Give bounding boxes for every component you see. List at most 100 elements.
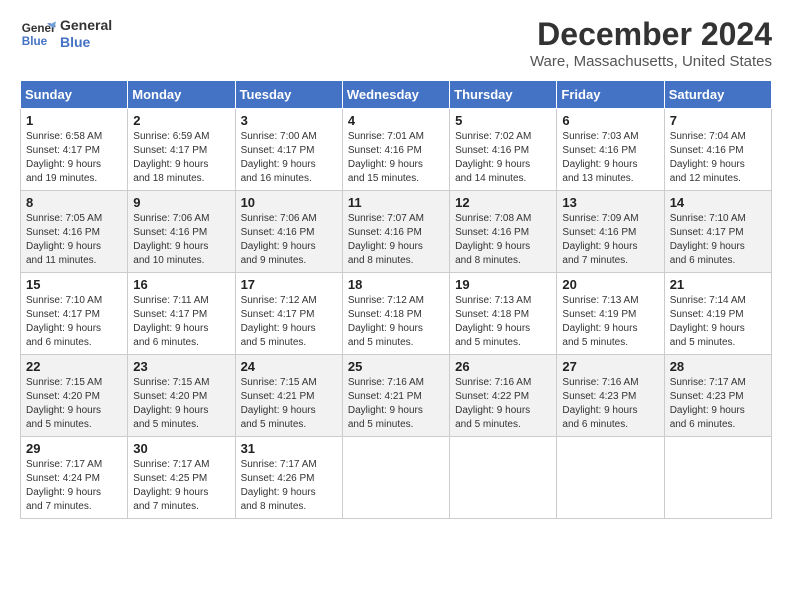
day-number: 1 <box>26 113 122 128</box>
day-number: 11 <box>348 195 444 210</box>
calendar-cell: 19Sunrise: 7:13 AM Sunset: 4:18 PM Dayli… <box>450 273 557 355</box>
calendar-cell: 30Sunrise: 7:17 AM Sunset: 4:25 PM Dayli… <box>128 437 235 519</box>
calendar-cell: 6Sunrise: 7:03 AM Sunset: 4:16 PM Daylig… <box>557 109 664 191</box>
day-number: 22 <box>26 359 122 374</box>
day-number: 5 <box>455 113 551 128</box>
day-number: 25 <box>348 359 444 374</box>
calendar-cell: 23 Sunrise: 7:15 AM Sunset: 4:20 PM Dayli… <box>128 355 235 437</box>
day-info: Sunrise: 7:09 AM Sunset: 4:16 PM Dayligh… <box>562 212 658 268</box>
calendar-cell: 1 Sunrise: 6:58 AM Sunset: 4:17 PM Daylig… <box>21 109 128 191</box>
day-number: 30 <box>133 441 229 456</box>
svg-text:Blue: Blue <box>22 35 48 48</box>
day-number: 26 <box>455 359 551 374</box>
day-info: Sunrise: 7:05 AM Sunset: 4:16 PM Dayligh… <box>26 212 122 268</box>
day-number: 20 <box>562 277 658 292</box>
calendar-week-row: 22 Sunrise: 7:15 AM Sunset: 4:20 PM Dayli… <box>21 355 772 437</box>
calendar-table: SundayMondayTuesdayWednesdayThursdayFrid… <box>20 80 772 519</box>
day-number: 8 <box>26 195 122 210</box>
calendar-cell: 20Sunrise: 7:13 AM Sunset: 4:19 PM Dayli… <box>557 273 664 355</box>
day-info: Sunrise: 7:03 AM Sunset: 4:16 PM Dayligh… <box>562 130 658 186</box>
day-info: Sunrise: 7:08 AM Sunset: 4:16 PM Dayligh… <box>455 212 551 268</box>
calendar-cell: 24 Sunrise: 7:15 AM Sunset: 4:21 PM Dayli… <box>235 355 342 437</box>
calendar-cell: 31Sunrise: 7:17 AM Sunset: 4:26 PM Dayli… <box>235 437 342 519</box>
day-number: 18 <box>348 277 444 292</box>
calendar-cell <box>664 437 771 519</box>
calendar-cell: 2 Sunrise: 6:59 AM Sunset: 4:17 PM Daylig… <box>128 109 235 191</box>
calendar-cell: 28 Sunrise: 7:17 AM Sunset: 4:23 PM Dayli… <box>664 355 771 437</box>
day-info: Sunrise: 6:58 AM Sunset: 4:17 PM Dayligh… <box>26 130 122 186</box>
day-number: 19 <box>455 277 551 292</box>
day-number: 29 <box>26 441 122 456</box>
day-number: 13 <box>562 195 658 210</box>
weekday-header: Tuesday <box>235 81 342 109</box>
page-header: General Blue General Blue December 2024 … <box>20 16 772 70</box>
day-number: 4 <box>348 113 444 128</box>
day-number: 2 <box>133 113 229 128</box>
calendar-cell: 12 Sunrise: 7:08 AM Sunset: 4:16 PM Dayli… <box>450 191 557 273</box>
calendar-cell: 7 Sunrise: 7:04 AM Sunset: 4:16 PM Daylig… <box>664 109 771 191</box>
calendar-cell: 4Sunrise: 7:01 AM Sunset: 4:16 PM Daylig… <box>342 109 449 191</box>
subtitle: Ware, Massachusetts, United States <box>530 53 772 70</box>
day-info: Sunrise: 7:06 AM Sunset: 4:16 PM Dayligh… <box>133 212 229 268</box>
day-number: 7 <box>670 113 766 128</box>
day-info: Sunrise: 7:17 AM Sunset: 4:23 PM Dayligh… <box>670 376 766 432</box>
weekday-header: Sunday <box>21 81 128 109</box>
weekday-header: Wednesday <box>342 81 449 109</box>
day-number: 17 <box>241 277 337 292</box>
day-number: 27 <box>562 359 658 374</box>
day-number: 16 <box>133 277 229 292</box>
day-number: 28 <box>670 359 766 374</box>
day-info: Sunrise: 7:12 AM Sunset: 4:17 PM Dayligh… <box>241 294 337 350</box>
day-info: Sunrise: 6:59 AM Sunset: 4:17 PM Dayligh… <box>133 130 229 186</box>
calendar-cell: 15 Sunrise: 7:10 AM Sunset: 4:17 PM Dayli… <box>21 273 128 355</box>
day-number: 10 <box>241 195 337 210</box>
day-info: Sunrise: 7:12 AM Sunset: 4:18 PM Dayligh… <box>348 294 444 350</box>
calendar-cell: 11 Sunrise: 7:07 AM Sunset: 4:16 PM Dayli… <box>342 191 449 273</box>
calendar-cell: 21 Sunrise: 7:14 AM Sunset: 4:19 PM Dayli… <box>664 273 771 355</box>
day-number: 14 <box>670 195 766 210</box>
calendar-cell: 10 Sunrise: 7:06 AM Sunset: 4:16 PM Dayli… <box>235 191 342 273</box>
day-number: 23 <box>133 359 229 374</box>
logo: General Blue General Blue <box>20 16 112 52</box>
day-info: Sunrise: 7:16 AM Sunset: 4:21 PM Dayligh… <box>348 376 444 432</box>
day-number: 21 <box>670 277 766 292</box>
day-info: Sunrise: 7:00 AM Sunset: 4:17 PM Dayligh… <box>241 130 337 186</box>
day-info: Sunrise: 7:15 AM Sunset: 4:21 PM Dayligh… <box>241 376 337 432</box>
calendar-header-row: SundayMondayTuesdayWednesdayThursdayFrid… <box>21 81 772 109</box>
day-info: Sunrise: 7:16 AM Sunset: 4:23 PM Dayligh… <box>562 376 658 432</box>
calendar-week-row: 8 Sunrise: 7:05 AM Sunset: 4:16 PM Daylig… <box>21 191 772 273</box>
logo-icon: General Blue <box>20 16 56 52</box>
day-info: Sunrise: 7:07 AM Sunset: 4:16 PM Dayligh… <box>348 212 444 268</box>
day-info: Sunrise: 7:06 AM Sunset: 4:16 PM Dayligh… <box>241 212 337 268</box>
calendar-cell: 29 Sunrise: 7:17 AM Sunset: 4:24 PM Dayli… <box>21 437 128 519</box>
calendar-cell: 26 Sunrise: 7:16 AM Sunset: 4:22 PM Dayli… <box>450 355 557 437</box>
calendar-cell: 9Sunrise: 7:06 AM Sunset: 4:16 PM Daylig… <box>128 191 235 273</box>
day-info: Sunrise: 7:10 AM Sunset: 4:17 PM Dayligh… <box>670 212 766 268</box>
calendar-cell <box>342 437 449 519</box>
calendar-cell: 25 Sunrise: 7:16 AM Sunset: 4:21 PM Dayli… <box>342 355 449 437</box>
calendar-cell: 17 Sunrise: 7:12 AM Sunset: 4:17 PM Dayli… <box>235 273 342 355</box>
day-number: 3 <box>241 113 337 128</box>
weekday-header: Monday <box>128 81 235 109</box>
day-info: Sunrise: 7:10 AM Sunset: 4:17 PM Dayligh… <box>26 294 122 350</box>
calendar-cell: 5Sunrise: 7:02 AM Sunset: 4:16 PM Daylig… <box>450 109 557 191</box>
day-info: Sunrise: 7:16 AM Sunset: 4:22 PM Dayligh… <box>455 376 551 432</box>
day-number: 15 <box>26 277 122 292</box>
calendar-cell: 13 Sunrise: 7:09 AM Sunset: 4:16 PM Dayli… <box>557 191 664 273</box>
calendar-week-row: 15 Sunrise: 7:10 AM Sunset: 4:17 PM Dayli… <box>21 273 772 355</box>
calendar-week-row: 1 Sunrise: 6:58 AM Sunset: 4:17 PM Daylig… <box>21 109 772 191</box>
day-info: Sunrise: 7:17 AM Sunset: 4:24 PM Dayligh… <box>26 458 122 514</box>
weekday-header: Friday <box>557 81 664 109</box>
weekday-header: Thursday <box>450 81 557 109</box>
day-info: Sunrise: 7:14 AM Sunset: 4:19 PM Dayligh… <box>670 294 766 350</box>
day-info: Sunrise: 7:04 AM Sunset: 4:16 PM Dayligh… <box>670 130 766 186</box>
day-info: Sunrise: 7:15 AM Sunset: 4:20 PM Dayligh… <box>133 376 229 432</box>
main-title: December 2024 <box>530 16 772 53</box>
day-number: 12 <box>455 195 551 210</box>
day-info: Sunrise: 7:11 AM Sunset: 4:17 PM Dayligh… <box>133 294 229 350</box>
calendar-cell <box>450 437 557 519</box>
day-number: 24 <box>241 359 337 374</box>
calendar-cell: 3 Sunrise: 7:00 AM Sunset: 4:17 PM Daylig… <box>235 109 342 191</box>
calendar-cell: 8 Sunrise: 7:05 AM Sunset: 4:16 PM Daylig… <box>21 191 128 273</box>
day-info: Sunrise: 7:17 AM Sunset: 4:26 PM Dayligh… <box>241 458 337 514</box>
